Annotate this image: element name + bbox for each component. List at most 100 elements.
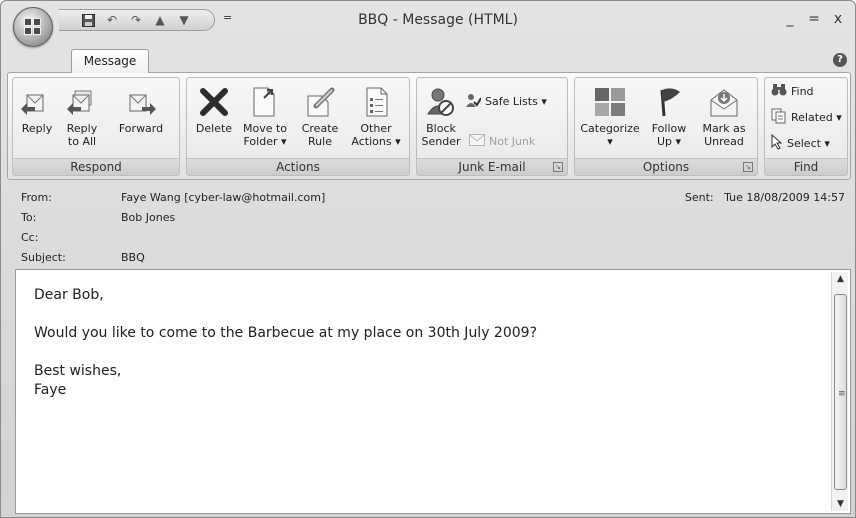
scroll-down-arrow-icon[interactable]: ▼: [832, 497, 849, 511]
create-rule-button[interactable]: Create Rule: [297, 84, 343, 148]
categorize-label-line2: ▾: [607, 135, 613, 148]
mark-as-unread-label-line1: Mark as: [702, 122, 746, 135]
move-to-folder-label-line2: Folder ▾: [243, 135, 287, 148]
group-find: Find Related ▾ Select ▾ Find: [764, 77, 848, 176]
find-label: Find: [791, 84, 814, 98]
move-to-folder-icon: [239, 84, 291, 120]
junk-email-dialog-launcher-icon[interactable]: ↘: [553, 162, 563, 172]
categorize-icon: [579, 84, 641, 120]
not-junk-label: Not Junk: [489, 134, 536, 148]
group-options-label: Options: [575, 158, 757, 175]
maximize-button[interactable]: =: [803, 11, 825, 27]
move-to-folder-button[interactable]: Move to Folder ▾: [239, 84, 291, 148]
cursor-arrow-icon: [771, 133, 783, 153]
minimize-button[interactable]: _: [779, 11, 801, 27]
reply-all-label-line1: Reply: [66, 122, 98, 135]
reply-all-button[interactable]: Reply to All: [61, 84, 103, 148]
tab-message[interactable]: Message: [71, 49, 149, 73]
forward-label: Forward: [118, 122, 164, 135]
create-rule-icon: [297, 84, 343, 120]
follow-up-label-line1: Follow: [651, 122, 687, 135]
related-button[interactable]: Related ▾: [771, 108, 842, 126]
mark-as-unread-icon: [697, 84, 751, 120]
reply-button[interactable]: Reply: [19, 84, 55, 135]
scroll-up-arrow-icon[interactable]: ▲: [832, 272, 849, 286]
follow-up-button[interactable]: Follow Up ▾: [645, 84, 693, 148]
closing-line: Best wishes,: [34, 363, 122, 379]
select-label: Select ▾: [787, 136, 830, 150]
reply-all-label-line2: to All: [67, 135, 97, 148]
close-button[interactable]: x: [827, 11, 849, 27]
sent-value: Tue 18/08/2009 14:57: [724, 191, 845, 204]
group-find-label: Find: [765, 158, 847, 175]
subject-label: Subject:: [21, 251, 66, 264]
message-header: From: Faye Wang [cyber-law@hotmail.com] …: [9, 187, 851, 267]
forward-button[interactable]: Forward: [109, 84, 173, 135]
find-button[interactable]: Find: [771, 82, 814, 100]
mark-as-unread-button[interactable]: Mark as Unread: [697, 84, 751, 148]
other-actions-button[interactable]: Other Actions ▾: [347, 84, 405, 148]
office-button[interactable]: [13, 7, 53, 47]
not-junk-icon: [469, 133, 485, 150]
not-junk-button[interactable]: Not Junk: [469, 132, 535, 150]
other-actions-icon: [347, 84, 405, 120]
follow-up-label-line2: Up ▾: [656, 135, 682, 148]
select-button[interactable]: Select ▾: [771, 133, 830, 153]
to-value[interactable]: Bob Jones: [121, 211, 175, 224]
categorize-label-line1: Categorize: [580, 122, 640, 135]
from-value[interactable]: Faye Wang [cyber-law@hotmail.com]: [121, 191, 325, 204]
signature-line: Faye: [34, 382, 67, 398]
from-label: From:: [21, 191, 52, 204]
group-respond: Reply Reply to All Forward Respond: [12, 77, 180, 176]
message-text: Dear Bob, Would you like to come to the …: [34, 286, 537, 400]
other-actions-label-line1: Other: [360, 122, 392, 135]
group-actions: Delete Move to Folder ▾ Create Rule Othe…: [186, 77, 410, 176]
safe-lists-label: Safe Lists ▾: [485, 94, 547, 108]
to-label: To:: [21, 211, 37, 224]
subject-value: BBQ: [121, 251, 145, 264]
delete-label: Delete: [195, 122, 233, 135]
categorize-button[interactable]: Categorize ▾: [579, 84, 641, 148]
help-icon[interactable]: ?: [833, 53, 847, 67]
group-respond-label: Respond: [13, 158, 179, 175]
other-actions-label-line2: Actions ▾: [351, 135, 401, 148]
reply-label: Reply: [21, 122, 53, 135]
block-sender-button[interactable]: Block Sender: [421, 84, 461, 148]
ribbon: Reply Reply to All Forward Respond Delet…: [7, 72, 851, 180]
block-sender-label-line2: Sender: [421, 135, 461, 148]
sent-label: Sent:: [684, 191, 714, 204]
group-junk-email-label: Junk E-mail: [417, 158, 567, 175]
group-options: Categorize ▾ Follow Up ▾ Mark as Unread …: [574, 77, 758, 176]
sent-row: Sent: Tue 18/08/2009 14:57: [685, 191, 845, 204]
greeting-line: Dear Bob,: [34, 287, 104, 303]
safe-lists-icon: [465, 92, 482, 111]
reply-all-icon: [61, 84, 103, 120]
move-to-folder-label-line1: Move to: [242, 122, 288, 135]
window-title: BBQ - Message (HTML): [358, 12, 518, 28]
vertical-scrollbar[interactable]: ▲ ≡ ▼: [831, 272, 848, 511]
options-dialog-launcher-icon[interactable]: ↘: [743, 162, 753, 172]
related-label: Related ▾: [791, 110, 842, 124]
delete-icon: [193, 84, 235, 120]
binoculars-icon: [771, 83, 787, 100]
message-body[interactable]: Dear Bob, Would you like to come to the …: [15, 269, 851, 514]
block-sender-icon: [421, 84, 461, 120]
related-icon: [771, 108, 787, 127]
cc-label: Cc:: [21, 231, 39, 244]
reply-icon: [19, 84, 55, 120]
scrollbar-grip-icon: ≡: [838, 389, 846, 399]
body-line: Would you like to come to the Barbecue a…: [34, 325, 537, 341]
create-rule-label-line2: Rule: [308, 135, 332, 148]
forward-icon: [109, 84, 173, 120]
group-actions-label: Actions: [187, 158, 409, 175]
title-bar: ↶ ↷ ▲ ▼ = BBQ - Message (HTML) _ = x: [1, 1, 855, 47]
scrollbar-thumb[interactable]: ≡: [834, 294, 847, 490]
flag-icon: [645, 84, 693, 120]
delete-button[interactable]: Delete: [193, 84, 235, 135]
group-junk-email: Block Sender Safe Lists ▾ Not Junk Junk …: [416, 77, 568, 176]
create-rule-label-line1: Create: [301, 122, 339, 135]
office-logo-icon: [24, 18, 42, 36]
mark-as-unread-label-line2: Unread: [704, 135, 744, 148]
safe-lists-button[interactable]: Safe Lists ▾: [465, 92, 547, 110]
outlook-message-window: ↶ ↷ ▲ ▼ = BBQ - Message (HTML) _ = x Mes…: [0, 0, 856, 518]
